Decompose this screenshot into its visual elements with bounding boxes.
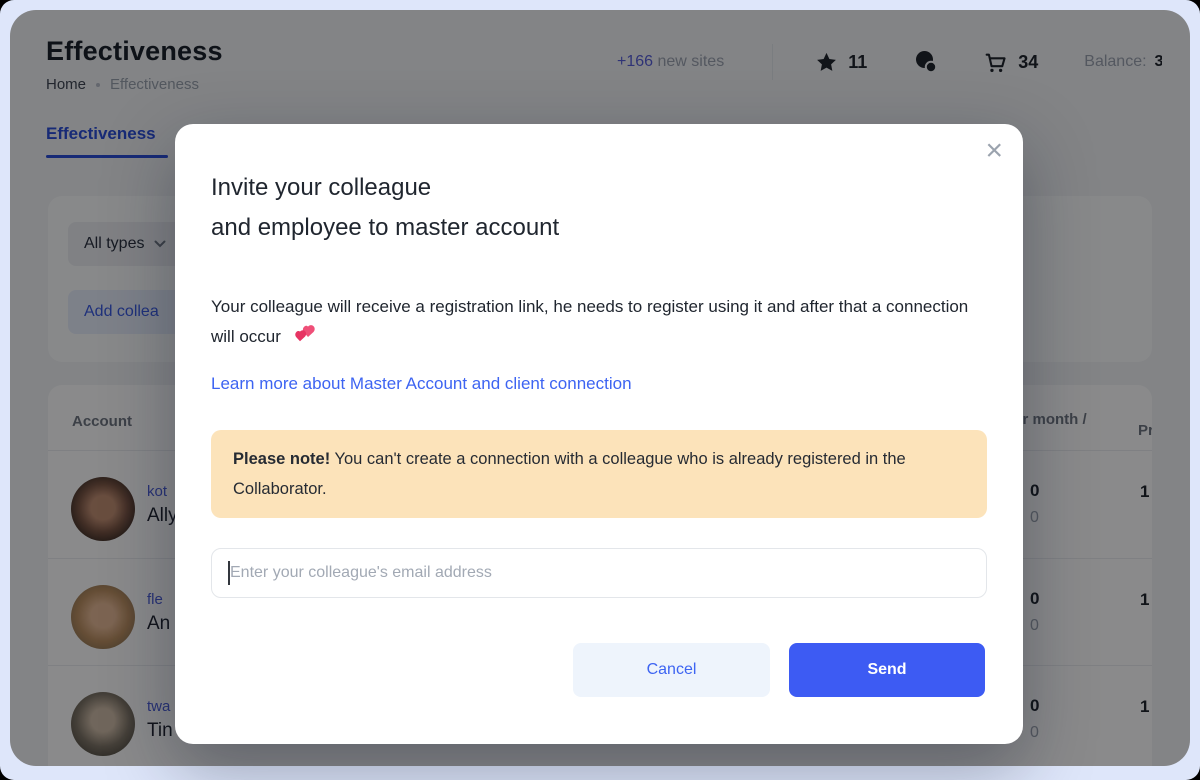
email-field[interactable]	[211, 548, 987, 598]
learn-more-link[interactable]: Learn more about Master Account and clie…	[211, 374, 632, 394]
warning-note-text: You can't create a connection with a col…	[233, 450, 906, 498]
close-icon[interactable]: ×	[985, 136, 1003, 166]
modal-title-line2: and employee to master account	[211, 214, 560, 241]
email-field-wrapper	[211, 548, 987, 598]
modal-actions: Cancel Send	[573, 643, 985, 697]
modal-title: Invite your colleague and employee to ma…	[211, 168, 559, 248]
warning-note: Please note! You can't create a connecti…	[211, 430, 987, 518]
screen-frame: Effectiveness Home Effectiveness +166 ne…	[0, 0, 1200, 780]
modal-description: Your colleague will receive a registrati…	[211, 297, 969, 346]
text-caret	[228, 561, 230, 585]
send-button[interactable]: Send	[789, 643, 985, 697]
revolving-hearts-emoji	[292, 323, 316, 345]
cancel-button[interactable]: Cancel	[573, 643, 770, 697]
invite-colleague-modal: × Invite your colleague and employee to …	[175, 124, 1023, 744]
modal-title-line1: Invite your colleague	[211, 174, 432, 201]
warning-note-emphasis: Please note!	[233, 450, 331, 468]
